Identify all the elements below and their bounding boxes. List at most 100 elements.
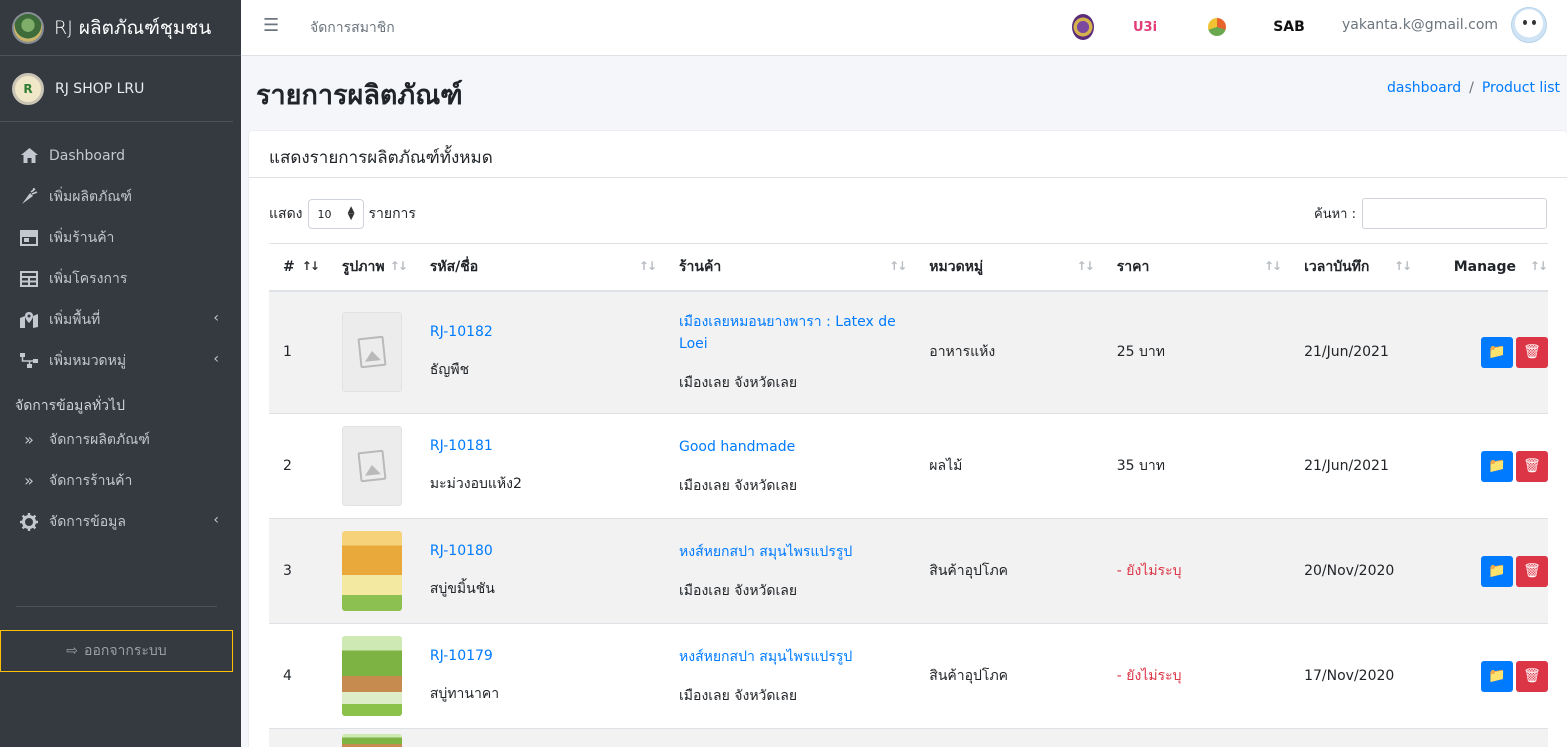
- partner-leaf-logo-icon: [1199, 12, 1235, 42]
- sidebar-item-label: เพิ่มผลิตภัณฑ์: [49, 188, 132, 205]
- brand-logo-icon: [14, 13, 42, 42]
- row-number: 3: [269, 518, 328, 624]
- user-avatar-icon[interactable]: [1511, 7, 1547, 43]
- row-code-name-cell: RJ-10181 มะม่วงอบแห้ง2: [415, 413, 666, 519]
- row-store-cell: Good handmade เมืองเลย จังหวัดเลย: [665, 413, 916, 519]
- sidebar-item-label: เพิ่มพื้นที่: [49, 311, 101, 328]
- open-folder-button[interactable]: 📁: [1481, 555, 1513, 587]
- column-header-manage[interactable]: Manage ↑↓: [1420, 243, 1548, 292]
- store-location: เมืองเลย จังหวัดเลย: [679, 477, 798, 494]
- column-label: เวลาบันทึก: [1304, 258, 1370, 275]
- hamburger-menu-icon[interactable]: ☰: [263, 15, 279, 36]
- row-price: 35 บาท: [1102, 413, 1291, 519]
- sidebar-item-add-project[interactable]: เพิ่มโครงการ: [0, 258, 241, 299]
- row-manage-cell: 📁 🗑: [1420, 290, 1548, 414]
- sab-logo-icon: SAB: [1273, 19, 1305, 35]
- breadcrumb-link-dashboard[interactable]: dashboard: [1387, 80, 1461, 96]
- product-image[interactable]: [341, 636, 402, 716]
- brand-link[interactable]: RJ ผลิตภัณฑ์ชุมชน: [0, 0, 241, 56]
- delete-button[interactable]: 🗑: [1516, 336, 1548, 368]
- store-link[interactable]: Good handmade: [679, 436, 901, 458]
- sidebar-item-label: เพิ่มหมวดหมู่: [49, 352, 127, 369]
- avatar: R: [12, 72, 44, 105]
- column-header-category[interactable]: หมวดหมู่ ↑↓: [915, 243, 1103, 292]
- table-row-partial: [269, 728, 1548, 747]
- search-label: ค้นหา :: [1314, 207, 1356, 222]
- open-folder-button[interactable]: 📁: [1481, 336, 1513, 368]
- page-length-value: 10: [317, 207, 332, 221]
- store-link[interactable]: หงส์หยกสปา สมุนไพรแปรรูป: [679, 541, 901, 563]
- row-manage-cell: 📁 🗑: [1420, 518, 1548, 624]
- column-header-number[interactable]: # ↑↓: [269, 243, 328, 292]
- sidebar-item-manage-data[interactable]: จัดการข้อมูล ‹: [0, 501, 241, 542]
- column-header-price[interactable]: ราคา ↑↓: [1102, 243, 1291, 292]
- delete-button[interactable]: 🗑: [1516, 450, 1548, 482]
- trash-icon: 🗑: [1523, 344, 1541, 361]
- column-label: #: [283, 258, 295, 275]
- sort-icon: ↑↓: [1393, 259, 1412, 273]
- open-folder-button[interactable]: 📁: [1481, 450, 1513, 482]
- angle-double-right-icon: »: [24, 430, 34, 449]
- sidebar-item-manage-products[interactable]: » จัดการผลิตภัณฑ์: [0, 419, 241, 460]
- sidebar-item-label: จัดการผลิตภัณฑ์: [49, 431, 150, 448]
- gear-icon: [18, 512, 40, 531]
- product-code-link[interactable]: RJ-10182: [430, 324, 651, 340]
- search-input[interactable]: [1362, 198, 1547, 229]
- chevron-left-icon: ‹: [213, 351, 219, 367]
- table-icon: [18, 270, 40, 288]
- column-label: หมวดหมู่: [929, 258, 984, 275]
- navbar-title-link[interactable]: จัดการสมาชิก: [310, 17, 395, 39]
- folder-icon: 📁: [1488, 344, 1506, 361]
- sort-icon: ↑↓: [638, 259, 657, 273]
- sidebar-item-add-store[interactable]: เพิ่มร้านค้า: [0, 217, 241, 258]
- user-email[interactable]: yakanta.k@gmail.com: [1342, 17, 1498, 33]
- column-header-saved-time[interactable]: เวลาบันทึก ↑↓: [1290, 243, 1421, 292]
- row-date: 21/Jun/2021: [1290, 290, 1421, 414]
- logout-button[interactable]: ⇨ ออกจากระบบ: [0, 630, 233, 672]
- folder-icon: 📁: [1488, 458, 1506, 474]
- row-image-cell: [327, 290, 416, 414]
- page-length-control: แสดง 10 ▲ ▼ รายการ: [269, 199, 416, 229]
- column-header-code-name[interactable]: รหัส/ชื่อ ↑↓: [415, 243, 666, 292]
- store-link[interactable]: หงส์หยกสปา สมุนไพรแปรรูป: [679, 646, 901, 668]
- column-header-store[interactable]: ร้านค้า ↑↓: [665, 243, 916, 292]
- sidebar-item-dashboard[interactable]: Dashboard: [0, 135, 241, 176]
- row-store-cell: เมืองเลยหมอนยางพารา : Latex de Loei เมือ…: [665, 290, 916, 414]
- sidebar-item-add-product[interactable]: เพิ่มผลิตภัณฑ์: [0, 176, 241, 217]
- sidebar-item-manage-stores[interactable]: » จัดการร้านค้า: [0, 460, 241, 501]
- breadcrumb: dashboard / Product list: [1387, 80, 1560, 96]
- sidebar-item-add-category[interactable]: เพิ่มหมวดหมู่ ‹: [0, 340, 241, 381]
- image-placeholder-icon: [341, 312, 402, 393]
- product-image[interactable]: [341, 733, 402, 747]
- store-link[interactable]: เมืองเลยหมอนยางพารา : Latex de Loei: [679, 311, 901, 355]
- sort-icon: ↑↓: [389, 259, 408, 273]
- table-row: 1 RJ-10182 ธัญพืช เมืองเลยหมอนยางพารา : …: [269, 290, 1548, 414]
- row-image-cell: [327, 413, 416, 519]
- row-date: 17/Nov/2020: [1290, 623, 1421, 729]
- store-location: เมืองเลย จังหวัดเลย: [679, 582, 798, 599]
- page-length-select[interactable]: 10 ▲ ▼: [307, 199, 364, 229]
- delete-button[interactable]: 🗑: [1516, 660, 1548, 692]
- product-code-link[interactable]: RJ-10181: [430, 438, 651, 454]
- product-image[interactable]: [341, 531, 402, 611]
- folder-icon: 📁: [1488, 563, 1506, 579]
- column-header-image[interactable]: รูปภาพ ↑↓: [327, 243, 416, 292]
- sidebar-manage-nav: » จัดการผลิตภัณฑ์ » จัดการร้านค้า จัดการ…: [0, 419, 241, 542]
- user-panel[interactable]: R RJ SHOP LRU: [0, 56, 233, 122]
- product-code-link[interactable]: RJ-10179: [430, 648, 651, 664]
- row-manage-cell: 📁 🗑: [1420, 623, 1548, 729]
- sidebar-item-add-area[interactable]: เพิ่มพื้นที่ ‹: [0, 299, 241, 340]
- card-title: แสดงรายการผลิตภัณฑ์ทั้งหมด: [249, 131, 1567, 178]
- column-label: รหัส/ชื่อ: [429, 258, 479, 275]
- sidebar: RJ ผลิตภัณฑ์ชุมชน R RJ SHOP LRU Dashboar…: [0, 0, 241, 747]
- open-folder-button[interactable]: 📁: [1481, 660, 1513, 692]
- home-icon: [18, 147, 40, 165]
- product-code-link[interactable]: RJ-10180: [430, 543, 651, 559]
- breadcrumb-link-product-list[interactable]: Product list: [1482, 80, 1560, 96]
- breadcrumb-separator: /: [1469, 80, 1474, 96]
- column-label: Manage: [1453, 258, 1516, 275]
- table-row: 2 RJ-10181 มะม่วงอบแห้ง2 Good handmade เ…: [269, 413, 1548, 519]
- brand-text: RJ ผลิตภัณฑ์ชุมชน: [54, 16, 212, 39]
- angle-double-right-icon: »: [24, 471, 34, 490]
- delete-button[interactable]: 🗑: [1516, 555, 1548, 587]
